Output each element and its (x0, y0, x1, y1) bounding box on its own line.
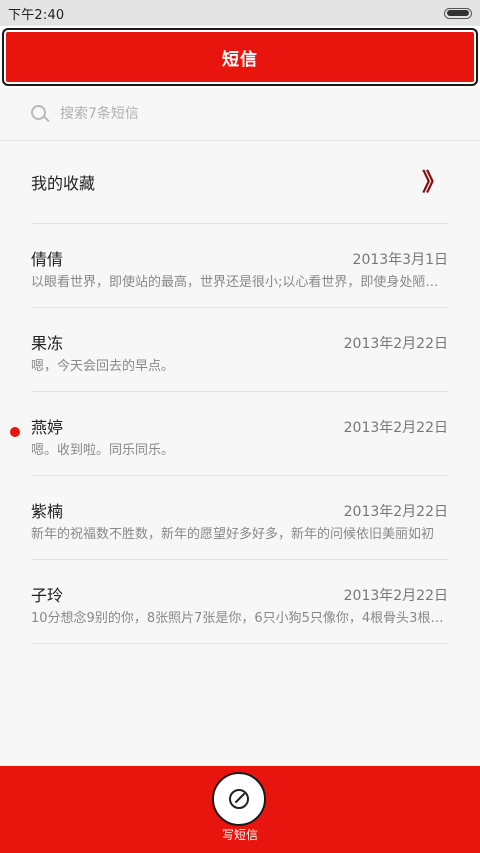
message-preview: 10分想念9别的你，8张照片7张是你，6只小狗5只像你，4根骨头3根送你 (31, 611, 448, 626)
status-time: 下午2:40 (8, 7, 65, 23)
contact-name: 燕婷 (31, 418, 64, 437)
compose-icon (229, 789, 249, 809)
battery-icon (444, 7, 472, 19)
message-date: 2013年2月22日 (343, 588, 448, 604)
message-item[interactable]: 燕婷 2013年2月22日 嗯。收到啦。同乐同乐。 (0, 392, 480, 476)
message-item[interactable]: 紫楠 2013年2月22日 新年的祝福数不胜数，新年的愿望好多好多，新年的问候依… (0, 476, 480, 560)
message-date: 2013年2月22日 (343, 504, 448, 520)
compose-button[interactable] (212, 772, 266, 826)
message-preview: 新年的祝福数不胜数，新年的愿望好多好多，新年的问候依旧美丽如初 (31, 527, 435, 542)
contact-name: 子玲 (31, 586, 64, 605)
chevron-right-icon: 》 (422, 168, 446, 196)
message-preview: 嗯，今天会回去的早点。 (31, 359, 175, 374)
compose-label: 写短信 (221, 828, 258, 842)
message-item[interactable]: 倩倩 2013年3月1日 以眼看世界，即使站的最高，世界还是很小;以心看世界，即… (0, 224, 480, 308)
message-item[interactable]: 果冻 2013年2月22日 嗯，今天会回去的早点。 (0, 308, 480, 392)
message-item[interactable]: 子玲 2013年2月22日 10分想念9别的你，8张照片7张是你，6只小狗5只像… (0, 560, 480, 644)
message-date: 2013年3月1日 (352, 252, 448, 268)
title-bar: 短信 (2, 28, 478, 86)
message-date: 2013年2月22日 (343, 336, 448, 352)
header: 短信 (0, 26, 480, 88)
bottom-bar: 写短信 (0, 766, 480, 853)
status-bar: 下午2:40 (0, 0, 480, 26)
search-input[interactable] (58, 105, 422, 123)
message-date: 2013年2月22日 (343, 420, 448, 436)
favorites-label: 我的收藏 (31, 174, 96, 193)
message-preview: 嗯。收到啦。同乐同乐。 (31, 443, 175, 458)
contact-name: 紫楠 (31, 502, 64, 521)
message-list: 倩倩 2013年3月1日 以眼看世界，即使站的最高，世界还是很小;以心看世界，即… (0, 224, 480, 644)
search-bar[interactable] (0, 88, 480, 141)
contact-name: 倩倩 (31, 250, 64, 269)
page-title: 短信 (222, 49, 258, 70)
sms-app-screen: 下午2:40 短信 我的收藏 》 倩倩 2013年3月1日 以眼看世界，即使站的… (0, 0, 480, 853)
unread-indicator-icon (10, 427, 20, 437)
message-preview: 以眼看世界，即使站的最高，世界还是很小;以心看世界，即使身处陋室也能看到整个世界 (31, 275, 448, 290)
search-icon (31, 105, 50, 123)
contact-name: 果冻 (31, 334, 64, 353)
favorites-row[interactable]: 我的收藏 》 (31, 141, 448, 224)
